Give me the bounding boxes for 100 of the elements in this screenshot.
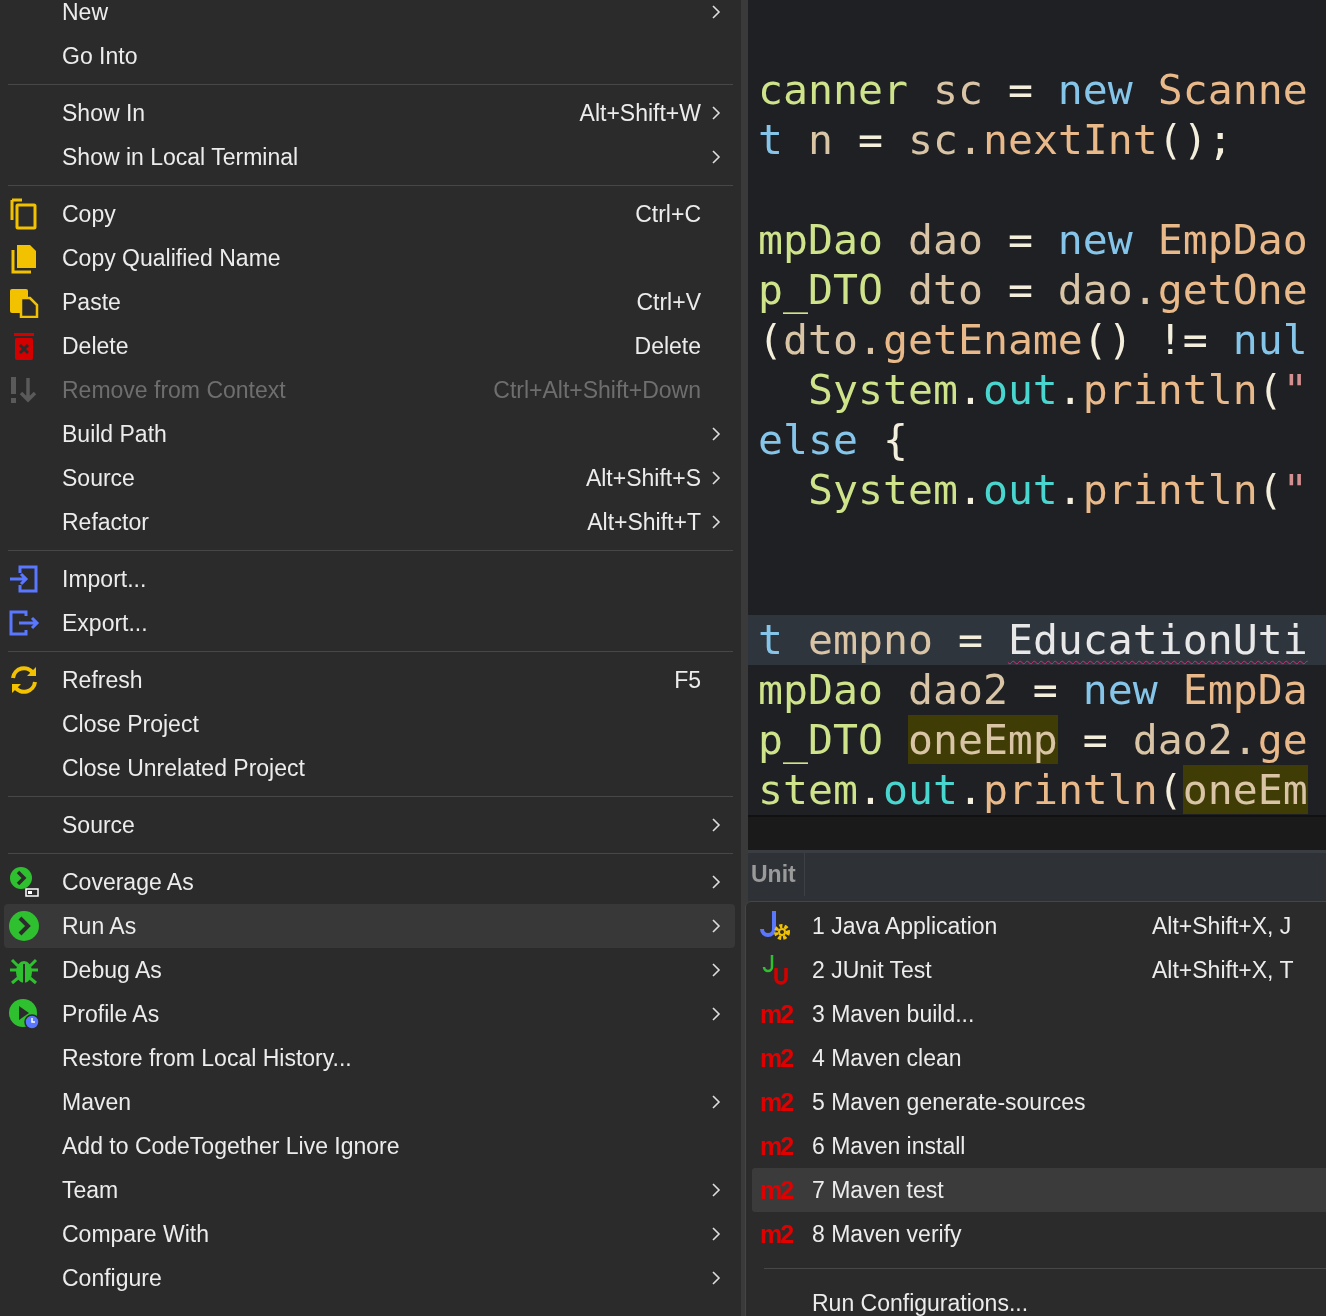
menu-item[interactable]: Close Unrelated Project [4, 746, 735, 790]
menu-item-label: 8 Maven verify [812, 1220, 962, 1248]
shortcut-text: Alt+Shift+T [587, 508, 701, 536]
menu-item-label: Import... [62, 565, 147, 593]
refresh-icon [8, 664, 40, 696]
menu-item[interactable]: Maven [4, 1080, 735, 1124]
java-gear-icon [760, 910, 792, 942]
menu-item[interactable]: Build Path [4, 412, 735, 456]
shortcut-text: F5 [674, 666, 701, 694]
menu-item[interactable]: Delete Delete [4, 324, 735, 368]
menu-item[interactable]: Refresh F5 [4, 658, 735, 702]
menu-item-label: Source [62, 464, 135, 492]
menu-item-label: Remove from Context [62, 376, 286, 404]
menu-item-label: Refresh [62, 666, 143, 694]
menu-item-label: Run Configurations... [812, 1289, 1029, 1316]
code-line: else { [757, 415, 909, 465]
menu-item-label: Export... [62, 609, 148, 637]
copy-icon [8, 198, 40, 230]
shortcut-text: Alt+Shift+X, J [1152, 912, 1292, 940]
coverage-icon [8, 866, 40, 898]
menu-item-label: Show In [62, 99, 146, 127]
shortcut-text: Ctrl+V [636, 288, 701, 316]
menu-item-label: Add to CodeTogether Live Ignore [62, 1132, 400, 1160]
menu-item-label: Refactor [62, 508, 149, 536]
menu-item-label: Configure [62, 1264, 162, 1292]
menu-item[interactable]: Debug As [4, 948, 735, 992]
menu-item-label: Run As [62, 912, 137, 940]
menu-item-label: Team [62, 1176, 119, 1204]
menu-item-label: Copy Qualified Name [62, 244, 281, 272]
menu-item[interactable]: Source Alt+Shift+S [4, 456, 735, 500]
menu-item[interactable]: m2 3 Maven build... [752, 992, 1326, 1036]
menu-item[interactable]: Source [4, 803, 735, 847]
code-line: stem.out.println(oneEm [757, 765, 1309, 815]
shortcut-text: Alt+Shift+S [585, 464, 701, 492]
maven-logo: m2 [760, 1219, 793, 1249]
panel-tab[interactable]: Unit [748, 853, 805, 896]
paste-icon [8, 286, 40, 318]
menu-item-label: 4 Maven clean [812, 1044, 962, 1072]
menu-item[interactable]: Copy Qualified Name [4, 236, 735, 280]
menu-item-label: Show in Local Terminal [62, 143, 299, 171]
menu-item[interactable]: Paste Ctrl+V [4, 280, 735, 324]
menu-item[interactable]: Export... [4, 601, 735, 645]
menu-item[interactable]: Team [4, 1168, 735, 1212]
menu-item[interactable]: Show in Local Terminal [4, 135, 735, 179]
menu-item[interactable]: Copy Ctrl+C [4, 192, 735, 236]
menu-item[interactable]: Add to CodeTogether Live Ignore [4, 1124, 735, 1168]
maven-logo: m2 [760, 1087, 793, 1117]
menu-item[interactable]: m2 6 Maven install [752, 1124, 1326, 1168]
menu-item[interactable]: Compare With [4, 1212, 735, 1256]
menu-item-label: 6 Maven install [812, 1132, 966, 1160]
menu-item[interactable]: Go Into [4, 34, 735, 78]
maven-logo: m2 [760, 1131, 793, 1161]
menu-item-label: Maven [62, 1088, 132, 1116]
menu-item[interactable]: Profile As [4, 992, 735, 1036]
menu-item[interactable]: Refactor Alt+Shift+T [4, 500, 735, 544]
menu-item-label: New [62, 0, 108, 26]
code-line: p_DTO dto = dao.getOne [757, 265, 1309, 315]
menu-item-label: Copy [62, 200, 116, 228]
maven-logo: m2 [760, 999, 793, 1029]
menu-item[interactable]: Close Project [4, 702, 735, 746]
import-icon [8, 563, 40, 595]
menu-item-label: 2 JUnit Test [812, 956, 932, 984]
menu-item-label: 1 Java Application [812, 912, 998, 940]
menu-item[interactable]: Show In Alt+Shift+W [4, 91, 735, 135]
menu-item-label: 7 Maven test [812, 1176, 944, 1204]
menu-item-label: Profile As [62, 1000, 160, 1028]
menu-item[interactable]: Run As [4, 904, 735, 948]
menu-item[interactable]: m2 4 Maven clean [752, 1036, 1326, 1080]
menu-item-label: Delete [62, 332, 129, 360]
menu-item-label: 5 Maven generate-sources [812, 1088, 1086, 1116]
run-icon [8, 910, 40, 942]
menu-item[interactable]: 1 Java Application Alt+Shift+X, J [752, 904, 1326, 948]
menu-item[interactable]: Coverage As [4, 860, 735, 904]
menu-item-label: Close Project [62, 710, 199, 738]
maven-logo: m2 [760, 1175, 793, 1205]
menu-item-label: Debug As [62, 956, 162, 984]
menu-item-label: Source [62, 811, 135, 839]
code-line: p_DTO oneEmp = dao2.ge [757, 715, 1309, 765]
code-line: (dto.getEname() != nul [757, 315, 1309, 365]
code-line: System.out.println(" [806, 365, 1309, 415]
shortcut-text: Ctrl+Alt+Shift+Down [493, 376, 701, 404]
menu-item[interactable]: Restore from Local History... [4, 1036, 735, 1080]
menu-item[interactable]: Configure [4, 1256, 735, 1300]
menu-item[interactable]: m2 8 Maven verify [752, 1212, 1326, 1256]
profile-icon [8, 998, 40, 1030]
menu-item[interactable]: m2 5 Maven generate-sources [752, 1080, 1326, 1124]
menu-item[interactable]: Import... [4, 557, 735, 601]
maven-logo: m2 [760, 1043, 793, 1073]
menu-item[interactable]: Run Configurations... [752, 1281, 1326, 1316]
code-line: mpDao dao2 = new EmpDa [757, 665, 1309, 715]
menu-item[interactable]: m2 7 Maven test [752, 1168, 1326, 1212]
shortcut-text: Delete [634, 332, 701, 360]
menu-item[interactable]: 2 JUnit Test Alt+Shift+X, T [752, 948, 1326, 992]
code-line: mpDao dao = new EmpDao [757, 215, 1309, 265]
code-line: canner sc = new Scanne [757, 65, 1309, 115]
menu-item-label: 3 Maven build... [812, 1000, 975, 1028]
menu-item-label: Coverage As [62, 868, 194, 896]
menu-item[interactable]: New [4, 0, 735, 34]
menu-item-label: Build Path [62, 420, 167, 448]
menu-item-label: Restore from Local History... [62, 1044, 352, 1072]
